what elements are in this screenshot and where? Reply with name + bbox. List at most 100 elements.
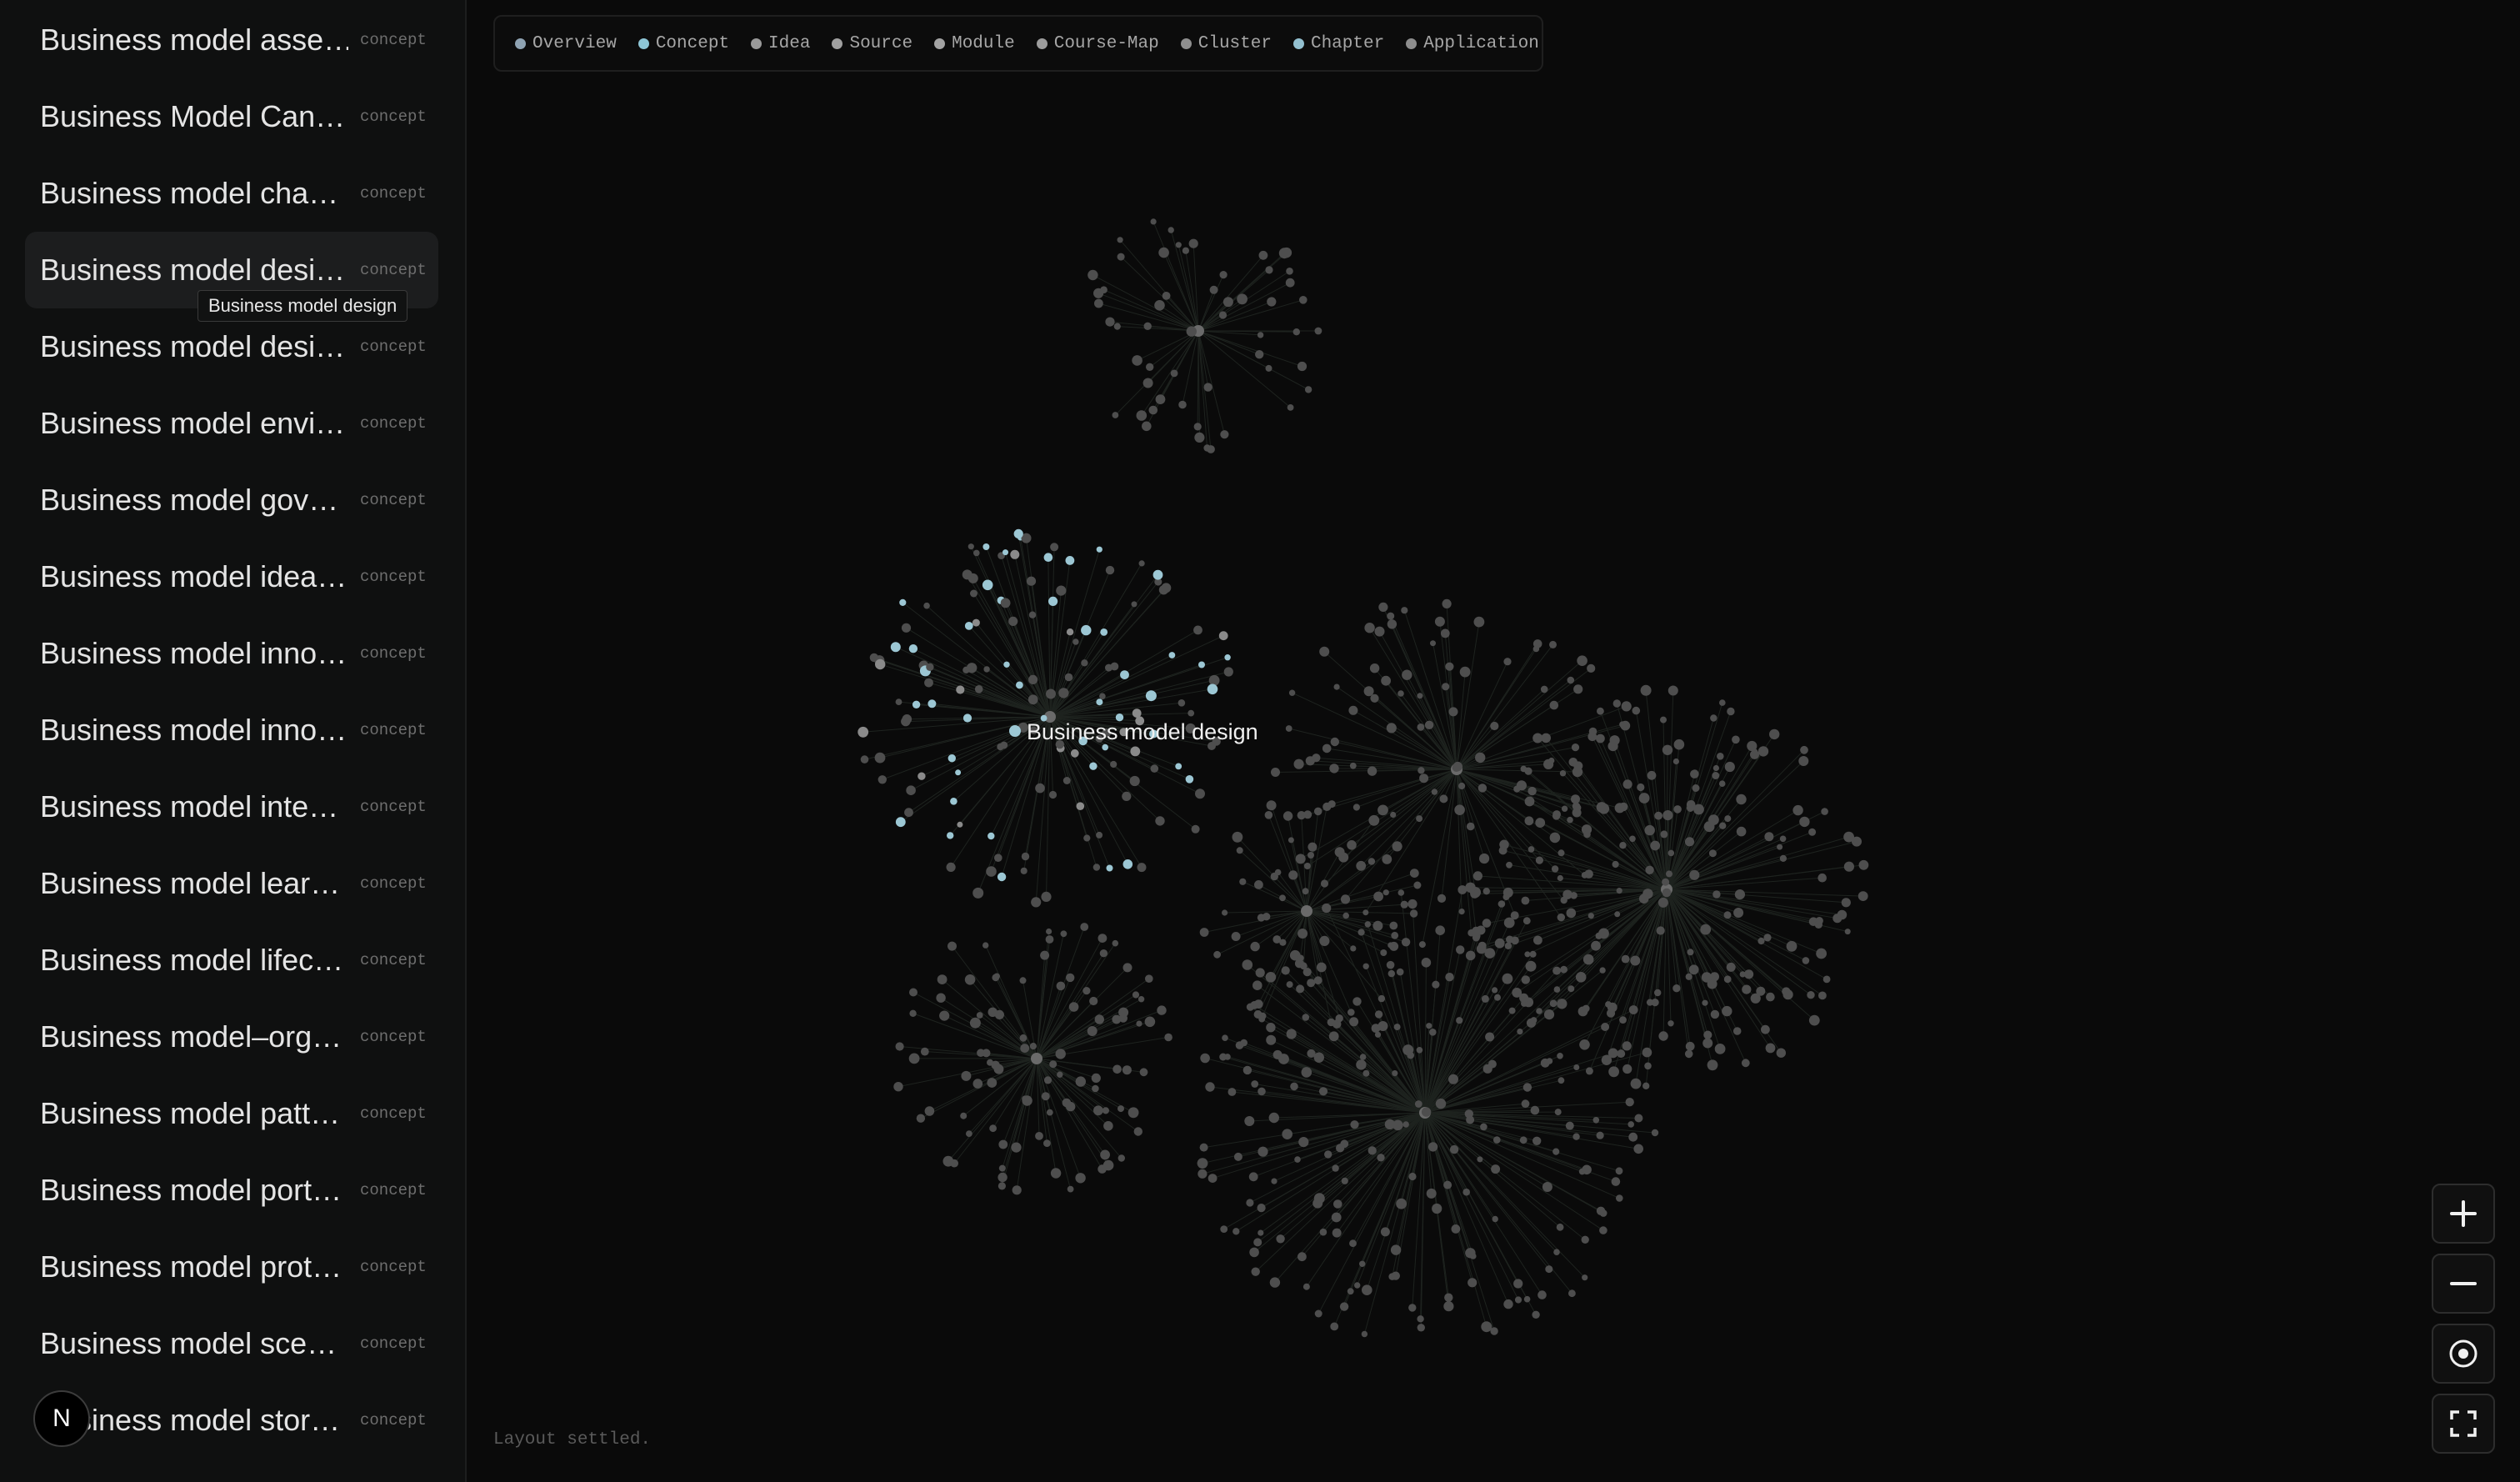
graph-node	[1498, 846, 1508, 855]
legend-dot	[832, 38, 843, 49]
graph-node	[1532, 733, 1543, 744]
graph-node	[1175, 763, 1182, 770]
graph-node	[1520, 765, 1528, 773]
node-list-item[interactable]: Business model patt… concept	[25, 1075, 438, 1152]
graph-node	[1008, 616, 1018, 627]
graph-node	[1143, 322, 1152, 330]
graph-node	[1297, 811, 1306, 820]
node-list-item[interactable]: Business model port… concept	[25, 1152, 438, 1229]
node-list-item[interactable]: Business model sce… concept	[25, 1305, 438, 1382]
legend-item[interactable]: Course-Map	[1036, 34, 1159, 53]
graph-node	[1362, 1284, 1372, 1295]
graph-node	[1072, 638, 1079, 645]
graph-node	[1756, 986, 1766, 996]
zoom-out-button[interactable]	[2432, 1254, 2495, 1314]
graph-node	[1557, 999, 1568, 1009]
legend-item[interactable]: Module	[934, 34, 1015, 53]
fullscreen-button[interactable]	[2432, 1394, 2495, 1454]
graph-node	[1392, 841, 1402, 852]
graph-node	[1545, 1265, 1553, 1274]
node-list-item[interactable]: Business model prot… concept	[25, 1229, 438, 1305]
node-list-item[interactable]: Business model gov… concept	[25, 462, 438, 538]
knowledge-graph[interactable]: Business model design	[467, 75, 2383, 1475]
node-list-item[interactable]: Business model lear… concept	[25, 845, 438, 922]
graph-node	[1182, 247, 1189, 254]
user-avatar[interactable]: N	[33, 1390, 90, 1447]
legend-item[interactable]: Application	[1406, 34, 1539, 53]
node-list-item[interactable]: Business model lifec… concept	[25, 922, 438, 999]
graph-node	[1418, 941, 1426, 949]
graph-node	[1634, 1114, 1643, 1123]
node-list-item[interactable]: Business model envi… concept	[25, 385, 438, 462]
graph-node	[1592, 1117, 1600, 1124]
graph-node	[1396, 1198, 1407, 1209]
legend-item[interactable]: Chapter	[1292, 34, 1384, 53]
graph-node	[998, 1164, 1006, 1172]
graph-node	[1443, 1301, 1454, 1312]
graph-node	[1258, 250, 1268, 260]
graph-node	[1013, 528, 1023, 539]
node-list-item[interactable]: Business model idea… concept	[25, 538, 438, 615]
graph-node	[1319, 1228, 1328, 1236]
graph-node	[1407, 1051, 1414, 1059]
graph-node	[1155, 394, 1166, 404]
graph-node	[1132, 991, 1140, 999]
graph-node	[1542, 1182, 1552, 1192]
legend-item[interactable]: Cluster	[1180, 34, 1272, 53]
graph-node	[1313, 807, 1322, 816]
graph-node	[1513, 1279, 1523, 1289]
graph-node	[1130, 746, 1141, 757]
graph-node	[1288, 837, 1294, 844]
node-list-item[interactable]: Business model inno… concept	[25, 692, 438, 769]
graph-node	[1536, 818, 1543, 825]
graph-node	[1228, 1088, 1237, 1096]
graph-node	[1482, 888, 1491, 895]
node-title: Business model sce…	[40, 1326, 338, 1360]
graph-node	[1389, 921, 1398, 930]
legend-item[interactable]: Source	[832, 34, 912, 53]
graph-node	[1265, 972, 1277, 983]
graph-node	[1380, 949, 1388, 956]
graph-node	[1349, 1017, 1359, 1027]
graph-node	[1100, 286, 1108, 293]
graph-node	[1622, 779, 1632, 789]
legend-item[interactable]: Overview	[515, 34, 617, 53]
node-list-item[interactable]: Business model inte… concept	[25, 769, 438, 845]
graph-edge	[1198, 330, 1302, 367]
graph-node	[1094, 298, 1103, 308]
graph-node	[1408, 1172, 1417, 1181]
node-list-item[interactable]: Business Model Can… concept	[25, 78, 438, 155]
graph-node	[1536, 1008, 1542, 1014]
graph-node	[1673, 738, 1685, 750]
node-list-item[interactable]: Business model asse… concept	[25, 2, 438, 78]
graph-node	[1396, 968, 1404, 976]
graph-node	[1287, 404, 1294, 411]
node-list-item[interactable]: Business model cha… concept	[25, 155, 438, 232]
zoom-in-button[interactable]	[2432, 1184, 2495, 1244]
graph-node	[1316, 962, 1327, 973]
graph-node	[1481, 994, 1489, 1003]
graph-node	[1000, 598, 1011, 608]
graph-node	[1145, 974, 1153, 983]
graph-node	[1110, 760, 1118, 769]
graph-edge	[1424, 920, 1528, 1114]
graph-node	[1567, 676, 1575, 684]
legend-item[interactable]: Concept	[638, 34, 729, 53]
graph-node	[1517, 1029, 1523, 1035]
graph-node	[1442, 683, 1450, 691]
graph-node	[1293, 759, 1304, 769]
graph-node	[1254, 880, 1263, 889]
graph-node	[948, 941, 957, 951]
legend-item[interactable]: Idea	[751, 34, 810, 53]
graph-node	[1046, 1109, 1053, 1116]
graph-node	[1522, 1083, 1532, 1092]
node-list-item[interactable]: Business model inno… concept	[25, 615, 438, 692]
graph-node	[1688, 964, 1699, 975]
graph-node	[1808, 1014, 1820, 1026]
graph-node	[1048, 596, 1058, 607]
graph-node	[918, 772, 926, 780]
recenter-button[interactable]	[2432, 1324, 2495, 1384]
graph-node	[1619, 1016, 1627, 1024]
node-list-item[interactable]: Business model–org… concept	[25, 999, 438, 1075]
graph-node	[1598, 928, 1609, 939]
